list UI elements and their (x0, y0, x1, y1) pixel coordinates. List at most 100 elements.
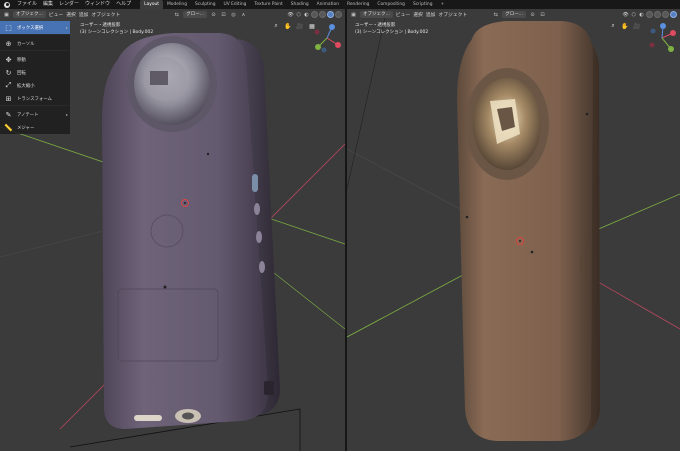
move-icon: ✥ (5, 55, 12, 64)
tool-label: ボックス選択 (17, 25, 44, 31)
pivot-icon[interactable]: ⊙ (210, 11, 217, 18)
solid-shading-button[interactable] (654, 11, 661, 18)
visibility-icon[interactable]: 👁 (622, 11, 629, 18)
camera-view-icon[interactable]: 🎥 (633, 22, 641, 30)
tool-rotate[interactable]: ↻ 回転 (0, 66, 70, 79)
tool-scale[interactable]: ⤢ 拡大縮小 (0, 79, 70, 92)
right-scene (347, 9, 680, 441)
transform-orientation-icon[interactable]: ⇆ (492, 11, 499, 18)
tool-cursor[interactable]: ⊕ カーソル (0, 37, 70, 50)
submenu-arrow-icon: ▸ (65, 112, 68, 117)
shading-buttons: 👁 ⬡ ◐ (622, 11, 677, 18)
box-select-icon: ⬚ (5, 23, 12, 32)
orientation-dropdown[interactable]: グロー... (502, 11, 527, 18)
menu-add[interactable]: 追加 (79, 11, 89, 18)
tool-move[interactable]: ✥ 移動 (0, 53, 70, 66)
scene-collection-label: (3) シーンコレクション | Body.002 (80, 29, 154, 35)
tab-modeling[interactable]: Modeling (163, 0, 191, 9)
tab-uv-editing[interactable]: UV Editing (220, 0, 251, 9)
tool-label: メジャー (17, 125, 35, 131)
viewport-info: ユーザー・透視投影 (3) シーンコレクション | Body.002 (80, 23, 153, 36)
menu-object[interactable]: オブジェクト (91, 11, 120, 18)
tab-texture-paint[interactable]: Texture Paint (250, 0, 286, 9)
camera-view-icon[interactable]: 🎥 (296, 22, 304, 30)
tab-scripting[interactable]: Scripting (409, 0, 437, 9)
right-viewport-header: ▣ オブジェク... ビュー 選択 追加 オブジェクト ⇆ グロー... ⊙ ⊡… (347, 9, 680, 20)
menu-view[interactable]: ビュー (49, 11, 63, 18)
viewport-info: ユーザー・透視投影 (3) シーンコレクション | Body.002 (355, 23, 428, 36)
wireframe-shading-button[interactable] (646, 11, 653, 18)
measure-icon: 📏 (4, 123, 13, 132)
right-3d-viewport[interactable]: ▣ オブジェク... ビュー 選択 追加 オブジェクト ⇆ グロー... ⊙ ⊡… (347, 9, 680, 451)
left-viewport-header: ▣ オブジェク... ビュー 選択 追加 オブジェクト ⇆ グロー... ⊙ ⊡… (0, 9, 345, 20)
tool-label: 拡大縮小 (17, 83, 35, 89)
tool-label: カーソル (17, 41, 35, 47)
tool-box-select[interactable]: ⬚ ボックス選択 ▸ (0, 21, 70, 34)
menu-add[interactable]: 追加 (426, 11, 436, 18)
mode-dropdown[interactable]: オブジェク... (360, 11, 393, 18)
shading-buttons: 👁 ⬡ ◐ (287, 11, 342, 18)
visibility-icon[interactable]: 👁 (287, 11, 294, 18)
tool-transform[interactable]: ⊞ トランスフォーム (0, 92, 70, 105)
menu-window[interactable]: ウィンドウ (82, 0, 113, 9)
navigation-gizmo[interactable] (647, 23, 677, 53)
zoom-icon[interactable]: ⌕ (609, 22, 617, 30)
transform-orientation-icon[interactable]: ⇆ (173, 11, 180, 18)
overlay-icon[interactable]: ◐ (638, 11, 645, 18)
gizmo-toggle-icon[interactable]: ⬡ (630, 11, 637, 18)
navigation-icons: ⌕ ✋ 🎥 ▦ (272, 22, 316, 30)
mode-dropdown[interactable]: オブジェク... (13, 11, 46, 18)
navigation-gizmo[interactable] (312, 23, 342, 53)
tool-label: 移動 (17, 57, 26, 63)
tool-annotate[interactable]: ✎ アノテート ▸ (0, 108, 70, 121)
transform-icon: ⊞ (5, 94, 12, 103)
rotate-icon: ↻ (5, 68, 12, 77)
tab-layout[interactable]: Layout (140, 0, 164, 9)
material-shading-button[interactable] (662, 11, 669, 18)
menu-object[interactable]: オブジェクト (438, 11, 467, 18)
rendered-shading-button[interactable] (335, 11, 342, 18)
tab-animation[interactable]: Animation (313, 0, 343, 9)
editor-type-icon[interactable]: ▣ (3, 11, 10, 18)
tab-rendering[interactable]: Rendering (343, 0, 373, 9)
tool-measure[interactable]: 📏 メジャー (0, 121, 70, 134)
blender-logo-icon[interactable] (4, 1, 10, 8)
snap-icon[interactable]: ⊡ (539, 11, 546, 18)
proportional-edit-icon[interactable]: ◎ (230, 11, 237, 18)
menu-render[interactable]: レンダー (56, 0, 82, 9)
tool-label: 回転 (17, 70, 26, 76)
menu-file[interactable]: ファイル (14, 0, 40, 9)
tab-compositing[interactable]: Compositing (373, 0, 409, 9)
pan-hand-icon[interactable]: ✋ (284, 22, 292, 30)
material-shading-button[interactable] (327, 11, 334, 18)
wireframe-shading-button[interactable] (311, 11, 318, 18)
annotate-icon: ✎ (5, 110, 12, 119)
overlay-icon[interactable]: ◐ (303, 11, 310, 18)
cursor-icon: ⊕ (5, 39, 12, 48)
menu-select[interactable]: 選択 (66, 11, 76, 18)
tool-label: アノテート (17, 112, 39, 118)
solid-shading-button[interactable] (319, 11, 326, 18)
tab-sculpting[interactable]: Sculpting (191, 0, 220, 9)
scene-collection-label: (3) シーンコレクション | Body.002 (355, 29, 429, 35)
falloff-icon[interactable]: ∧ (240, 11, 247, 18)
orientation-dropdown[interactable]: グロー... (183, 11, 208, 18)
menu-edit[interactable]: 編集 (40, 0, 56, 9)
menu-view[interactable]: ビュー (396, 11, 410, 18)
left-3d-viewport[interactable]: ▣ オブジェク... ビュー 選択 追加 オブジェクト ⇆ グロー... ⊙ ⊡… (0, 9, 345, 451)
tab-shading[interactable]: Shading (287, 0, 313, 9)
snap-icon[interactable]: ⊡ (220, 11, 227, 18)
pivot-icon[interactable]: ⊙ (529, 11, 536, 18)
zoom-icon[interactable]: ⌕ (272, 22, 280, 30)
rendered-shading-button[interactable] (670, 11, 677, 18)
gizmo-toggle-icon[interactable]: ⬡ (295, 11, 302, 18)
editor-type-icon[interactable]: ▣ (350, 11, 357, 18)
navigation-icons: ⌕ ✋ 🎥 (609, 22, 641, 30)
menu-select[interactable]: 選択 (413, 11, 423, 18)
pan-hand-icon[interactable]: ✋ (621, 22, 629, 30)
add-workspace-button[interactable]: + (436, 0, 448, 9)
top-menu-bar: ファイル 編集 レンダー ウィンドウ ヘルプ Layout Modeling S… (0, 0, 680, 9)
scale-icon: ⤢ (5, 81, 12, 89)
side-button-top (252, 174, 258, 192)
menu-help[interactable]: ヘルプ (113, 0, 134, 9)
